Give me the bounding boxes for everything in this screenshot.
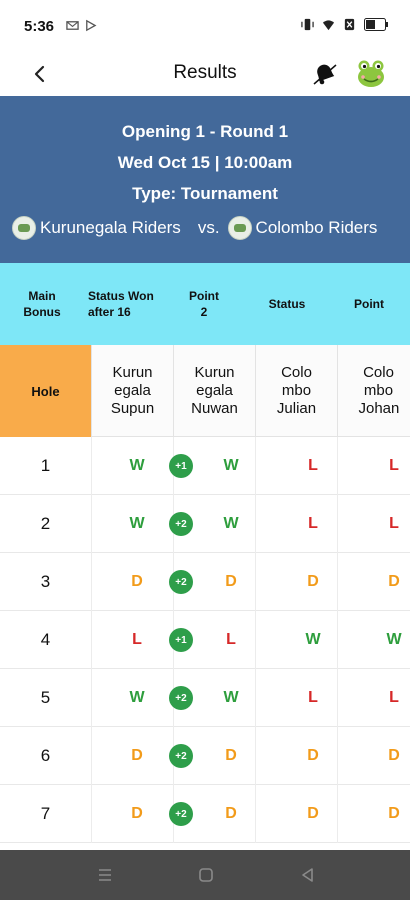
point-b-label: Point [354,297,384,311]
table-row: 6 D D D D +2 [0,727,410,785]
point-a-label: Point [189,289,219,303]
menu-icon [99,869,111,881]
menu-button[interactable] [94,864,116,886]
hole-number: 7 [40,804,51,823]
status-a-text: Status Won after 16 [88,289,154,319]
player-4-name: Colo mbo Johan [358,363,400,417]
result-cell-player-3: D [307,805,319,822]
player-header-4: Colo mbo Johan [337,345,410,437]
player-3-name: Colo mbo Julian [276,363,317,417]
result-cell-player-4: D [388,573,400,590]
vs-label: vs. [197,218,220,237]
result-cell-player-3: L [308,457,318,474]
frog-avatar[interactable] [354,56,388,90]
result-cell-player-2: W [223,515,239,532]
main-bonus-label: Main Bonus [23,289,61,319]
mail-icon [66,21,79,30]
result-cell-player-2: D [225,573,237,590]
status-b-label: Status [268,297,306,311]
play-icon [86,19,97,32]
table-row: 1 W W L L +1 [0,437,410,495]
result-cell-player-3: L [308,689,318,706]
team-b-logo [227,216,252,240]
player-2-name: Kurun egala Nuwan [191,363,238,417]
home-button[interactable] [195,864,217,886]
home-square-icon [199,868,213,882]
team-b-name: Colombo Riders [255,218,378,237]
bell-icon [313,64,337,85]
status-bar: 5:36 [0,0,410,52]
points-badge: +2 [169,512,193,536]
hole-number: 6 [40,746,51,765]
table-row: 2 W W L L +2 [0,495,410,553]
points-badge: +2 [169,802,193,826]
result-cell-player-3: D [307,573,319,590]
hole-number: 4 [40,630,51,649]
result-cell-player-3: L [308,515,318,532]
hole-number: 2 [40,514,51,533]
points-badge: +2 [169,744,193,768]
player-header-1: Kurun egala Supun [91,345,173,437]
match-info-panel: Opening 1 - Round 1 Wed Oct 15 | 10:00am… [0,96,410,263]
result-cell-player-2: L [226,631,236,648]
result-cell-player-2: D [225,805,237,822]
results-table-header: Hole Kurun egala Supun Kurun egala Nuwan… [0,345,410,437]
match-type: Type: Tournament [132,184,278,203]
result-cell-player-3: D [307,747,319,764]
player-header-2: Kurun egala Nuwan [173,345,255,437]
table-row: 7 D D D D +2 [0,785,410,843]
team-a-name: Kurunegala Riders [40,218,181,237]
result-cell-player-2: W [223,689,239,706]
notifications-button[interactable] [309,58,341,90]
round-title: Opening 1 - Round 1 [121,122,289,141]
result-cell-player-4: L [389,689,399,706]
points-badge: +2 [169,686,193,710]
points-badge: +1 [169,628,193,652]
result-cell-player-4: L [389,515,399,532]
result-cell-player-4: L [389,457,399,474]
vibrate-icon [301,18,314,31]
back-triangle-icon [302,868,313,882]
table-row: 3 D D D D +2 [0,553,410,611]
hole-number: 3 [40,572,51,591]
result-cell-player-3: W [305,631,321,648]
no-sim-icon [344,18,355,31]
status-time: 5:36 [24,18,55,35]
hole-number: 1 [40,456,51,475]
match-datetime: Wed Oct 15 | 10:00am [117,153,293,172]
page-title: Results [173,62,237,83]
table-row: 4 L L W W +1 [0,611,410,669]
status-a-label: Status Won after 16 [84,263,164,345]
app-bar: Results [0,52,410,96]
battery-icon [364,18,388,31]
system-nav-bar [0,850,410,900]
result-cell-player-4: D [388,747,400,764]
player-1-name: Kurun egala Supun [110,363,155,417]
result-cell-player-4: W [386,631,402,648]
team-a-logo [12,216,36,240]
hole-number: 5 [40,688,51,707]
table-row: 5 W W L L +2 [0,669,410,727]
point-a-value: 2 [200,305,208,319]
result-cell-player-2: D [225,747,237,764]
points-badge: +1 [169,454,193,478]
results-table-body[interactable]: 1 W W L L +1 2 W W L L +2 3 D D D D +2 4 L L W W +1 5 W W L L +2 6 D D D D… [0,437,410,850]
player-header-3: Colo mbo Julian [255,345,337,437]
result-cell-player-4: D [388,805,400,822]
summary-strip: Main Bonus Status Won after 16 Point 2 S… [0,263,410,345]
points-badge: +2 [169,570,193,594]
wifi-icon [322,20,335,31]
result-cell-player-2: W [223,457,239,474]
back-nav-button[interactable] [297,864,319,886]
point-a: Point 2 [174,263,234,345]
hole-column-header: Hole [0,345,91,437]
teams-row: Kurunegala Riders vs. Colombo Riders [12,216,377,240]
